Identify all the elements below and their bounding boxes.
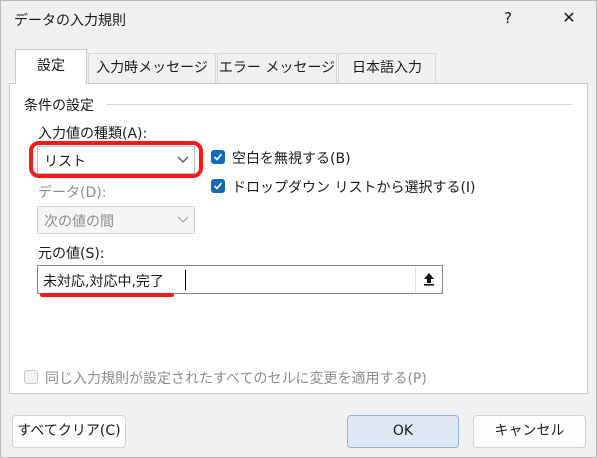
source-input-value: 未対応,対応中,完了 — [43, 274, 164, 290]
data-operator-select: 次の値の間 — [37, 206, 195, 234]
close-button[interactable]: ✕ — [549, 2, 589, 34]
data-operator-value: 次の値の間 — [44, 214, 114, 230]
ok-button[interactable]: OK — [347, 415, 459, 448]
help-button[interactable]: ? — [493, 2, 523, 34]
tab-error-message[interactable]: エラー メッセージ — [217, 53, 337, 83]
clear-all-button[interactable]: すべてクリア(C) — [12, 415, 126, 448]
dialog-title: データの入力規則 — [14, 13, 126, 29]
tab-japanese-input[interactable]: 日本語入力 — [338, 53, 436, 83]
allow-highlight-box — [29, 141, 203, 178]
in-cell-dropdown-checkbox[interactable] — [211, 179, 225, 193]
apply-all-label: 同じ入力規則が設定されたすべてのセルに変更を適用する(P) — [45, 371, 427, 387]
collapse-dialog-button[interactable] — [415, 266, 442, 293]
data-label: データ(D): — [38, 185, 107, 201]
tab-settings[interactable]: 設定 — [15, 49, 87, 84]
tab-input-message[interactable]: 入力時メッセージ — [88, 53, 216, 83]
source-label: 元の値(S): — [38, 246, 105, 262]
in-cell-dropdown-label[interactable]: ドロップダウン リストから選択する(I) — [232, 177, 476, 197]
ignore-blank-checkbox[interactable] — [211, 150, 225, 164]
cancel-button[interactable]: キャンセル — [473, 415, 586, 448]
source-input[interactable]: 未対応,対応中,完了 — [37, 265, 443, 294]
upload-arrow-icon — [424, 273, 434, 286]
source-underline-annotation — [40, 293, 174, 297]
chevron-down-icon — [172, 207, 194, 233]
validation-criteria-heading: 条件の設定 — [24, 98, 94, 114]
ignore-blank-label[interactable]: 空白を無視する(B) — [232, 148, 351, 168]
allow-label: 入力値の種類(A): — [38, 126, 148, 142]
apply-all-checkbox — [24, 370, 38, 384]
group-divider — [106, 104, 572, 105]
text-caret — [185, 270, 186, 290]
